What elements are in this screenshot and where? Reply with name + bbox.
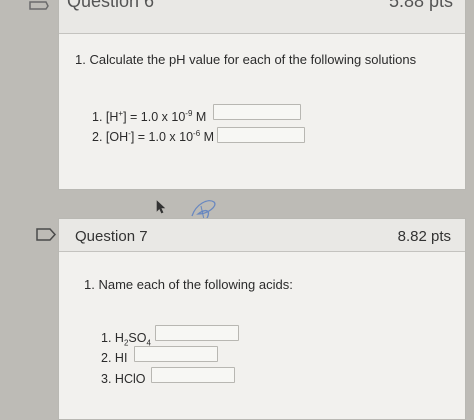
- q7-item-1-text-a: H: [114, 331, 124, 345]
- question-7-prompt: 1. Name each of the following acids:: [84, 277, 293, 292]
- question-6-header: Question 6 5.88 pts: [59, 0, 465, 34]
- question-7-bookmark-icon[interactable]: [36, 228, 56, 241]
- mouse-cursor-icon: [156, 200, 166, 214]
- q6-item-2: 2. [OH-] = 1.0 x 10-6 M: [92, 129, 214, 144]
- q7-item-3-number: 3.: [101, 372, 112, 386]
- q6-answer-2-input[interactable]: [217, 127, 305, 143]
- q6-answer-1-input[interactable]: [213, 104, 301, 120]
- question-6-card: Question 6 5.88 pts 1. Calculate the pH …: [58, 0, 466, 190]
- question-6-prompt: 1. Calculate the pH value for each of th…: [75, 52, 417, 67]
- q6-item-2-text-a: [OH: [105, 130, 129, 145]
- q7-answer-3-input[interactable]: [151, 367, 235, 383]
- question-6-bookmark-icon[interactable]: [28, 0, 50, 10]
- q6-item-1-number: 1.: [92, 110, 103, 125]
- q7-item-1-text-b: SO: [128, 331, 147, 345]
- q6-item-1: 1. [H+] = 1.0 x 10-9 M: [92, 109, 206, 124]
- question-7-header: Question 7 8.82 pts: [59, 219, 465, 252]
- q6-item-2-number: 2.: [92, 130, 103, 145]
- q7-answer-2-input[interactable]: [134, 346, 218, 362]
- q6-item-1-text-c: M: [192, 110, 207, 125]
- q7-item-1-number: 1.: [101, 331, 112, 345]
- q6-item-2-text-c: M: [200, 130, 215, 145]
- q7-item-3: 3. HClO: [101, 372, 145, 386]
- q7-answer-1-input[interactable]: [155, 325, 239, 341]
- q7-item-2: 2. HI: [101, 351, 127, 365]
- q7-item-2-label: HI: [114, 351, 128, 365]
- question-7-card: Question 7 8.82 pts 1. Name each of the …: [58, 218, 466, 420]
- question-7-title: Question 7: [75, 228, 148, 245]
- question-7-points: 8.82 pts: [397, 228, 451, 245]
- q6-item-1-text-b: ] = 1.0 x 10: [123, 110, 186, 125]
- q6-item-2-text-b: ] = 1.0 x 10: [130, 130, 194, 145]
- q7-item-2-number: 2.: [101, 351, 112, 365]
- question-6-points: 5.88 pts: [388, 0, 453, 11]
- question-6-title: Question 6: [67, 0, 155, 11]
- q6-item-1-text-a: [H: [105, 110, 119, 125]
- q7-item-3-label: HClO: [114, 372, 146, 386]
